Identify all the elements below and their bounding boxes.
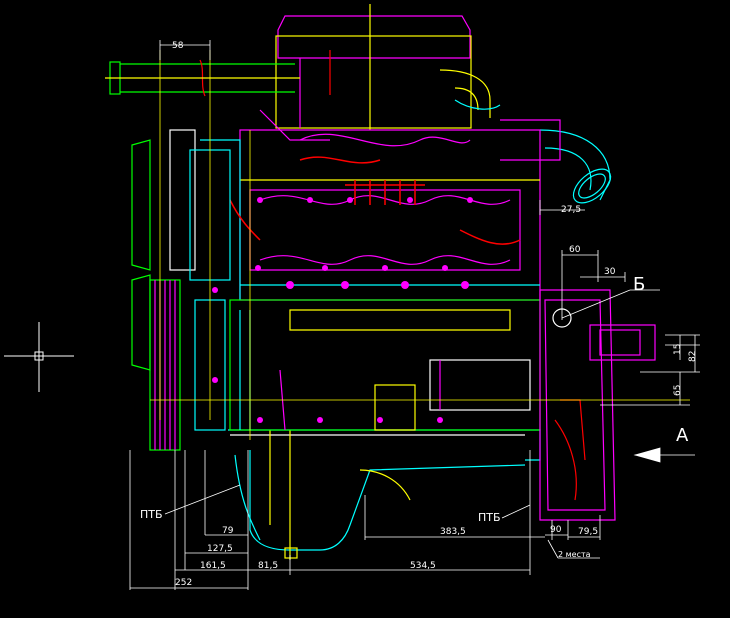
view-b-label: Б xyxy=(633,274,645,295)
dim-27-5: 27,5 xyxy=(561,205,581,215)
engine-drawing: 58 27,5 60 30 15 82 65 79 127,5 161,5 25… xyxy=(0,0,730,618)
dim-82: 82 xyxy=(688,351,698,362)
dim-161-5: 161,5 xyxy=(200,561,226,571)
dim-79: 79 xyxy=(222,526,234,536)
dim-30: 30 xyxy=(604,267,616,277)
dim-65: 65 xyxy=(673,385,683,396)
places-note: 2 места xyxy=(558,550,591,559)
dim-81-5: 81,5 xyxy=(258,561,278,571)
dim-15: 15 xyxy=(673,344,683,355)
dim-383-5: 383,5 xyxy=(440,527,466,537)
dim-534-5: 534,5 xyxy=(410,561,436,571)
dim-127-5: 127,5 xyxy=(207,544,233,554)
dim-252: 252 xyxy=(175,578,192,588)
ptb-label-right: ПТБ xyxy=(478,511,501,524)
dim-60: 60 xyxy=(569,245,581,255)
ptb-label-left: ПТБ xyxy=(140,508,163,521)
dim-79-5: 79,5 xyxy=(578,527,598,537)
dim-90: 90 xyxy=(550,525,562,535)
dim-58: 58 xyxy=(172,41,184,51)
view-a-label: А xyxy=(676,425,689,446)
